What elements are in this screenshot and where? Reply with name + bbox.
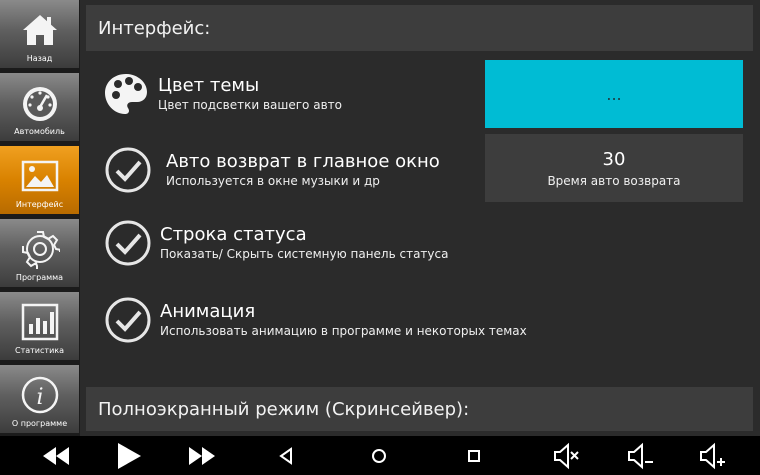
setting-title: Цвет темы — [158, 75, 260, 96]
bar-chart-icon — [21, 303, 58, 341]
setting-subtitle: Цвет подсветки вашего авто — [158, 98, 342, 112]
sidebar-item-about[interactable]: i О программе — [0, 365, 79, 435]
setting-title: Авто возврат в главное окно — [166, 151, 440, 172]
sidebar-item-label: Программа — [15, 273, 64, 282]
setting-subtitle: Показать/ Скрыть системную панель статус… — [160, 247, 449, 261]
home-circle-icon — [372, 449, 386, 463]
fast-forward-button[interactable] — [186, 440, 218, 472]
setting-title: Строка статуса — [160, 224, 307, 245]
sidebar-item-interface[interactable]: Интерфейс — [0, 146, 79, 216]
volume-down-button[interactable] — [624, 440, 656, 472]
rewind-button[interactable] — [40, 440, 72, 472]
play-button[interactable] — [112, 440, 144, 472]
gauge-icon — [22, 87, 57, 121]
rewind-icon — [43, 447, 69, 465]
palette-icon — [105, 74, 147, 114]
setting-title: Анимация — [160, 301, 256, 322]
mute-icon — [554, 442, 579, 470]
auto-return-value: 30 — [602, 148, 626, 170]
check-circle-icon — [105, 297, 151, 343]
volume-down-icon — [628, 442, 653, 470]
setting-status-bar[interactable]: Строка статуса Показать/ Скрыть системну… — [104, 219, 448, 267]
svg-text:i: i — [36, 385, 43, 410]
home-icon — [22, 15, 57, 45]
sidebar-item-program[interactable]: Программа — [0, 219, 79, 289]
sidebar-item-label: О программе — [11, 419, 68, 428]
back-triangle-icon — [279, 447, 292, 465]
recents-square-icon — [468, 450, 480, 462]
image-icon — [21, 160, 58, 192]
sidebar-item-car[interactable]: Автомобиль — [0, 73, 79, 143]
system-navbar — [0, 436, 760, 475]
nav-back-button[interactable] — [270, 440, 302, 472]
sidebar: Назад Автомобиль Интерфейс Программа Ста… — [0, 0, 80, 436]
nav-home-button[interactable] — [363, 440, 395, 472]
sidebar-item-label: Статистика — [15, 346, 64, 355]
theme-color-button[interactable]: ... — [485, 60, 743, 128]
check-circle-icon — [105, 220, 151, 266]
gear-icon — [21, 231, 60, 269]
setting-animation[interactable]: Анимация Использовать анимацию в програм… — [104, 296, 527, 344]
setting-theme-color[interactable]: Цвет темы Цвет подсветки вашего авто — [102, 70, 342, 118]
play-icon — [118, 443, 141, 469]
info-icon: i — [21, 376, 58, 414]
sidebar-item-back[interactable]: Назад — [0, 0, 79, 70]
sidebar-item-label: Назад — [26, 54, 53, 63]
fast-forward-icon — [189, 447, 215, 465]
auto-return-label: Время авто возврата — [547, 173, 681, 188]
volume-up-icon — [700, 442, 725, 470]
check-circle-icon — [105, 147, 151, 193]
sidebar-item-label: Автомобиль — [14, 127, 65, 136]
auto-return-time-button[interactable]: 30 Время авто возврата — [485, 134, 743, 202]
screensaver-section-header: Полноэкранный режим (Скринсейвер): — [86, 387, 753, 431]
section-header: Интерфейс: — [86, 5, 753, 51]
volume-up-button[interactable] — [696, 440, 728, 472]
nav-recents-button[interactable] — [458, 440, 490, 472]
setting-subtitle: Использовать анимацию в программе и неко… — [160, 324, 527, 338]
setting-subtitle: Используется в окне музыки и др — [166, 174, 380, 188]
mute-button[interactable] — [550, 440, 582, 472]
sidebar-item-stats[interactable]: Статистика — [0, 292, 79, 362]
setting-auto-return[interactable]: Авто возврат в главное окно Используется… — [104, 146, 440, 194]
sidebar-item-label: Интерфейс — [15, 200, 64, 209]
